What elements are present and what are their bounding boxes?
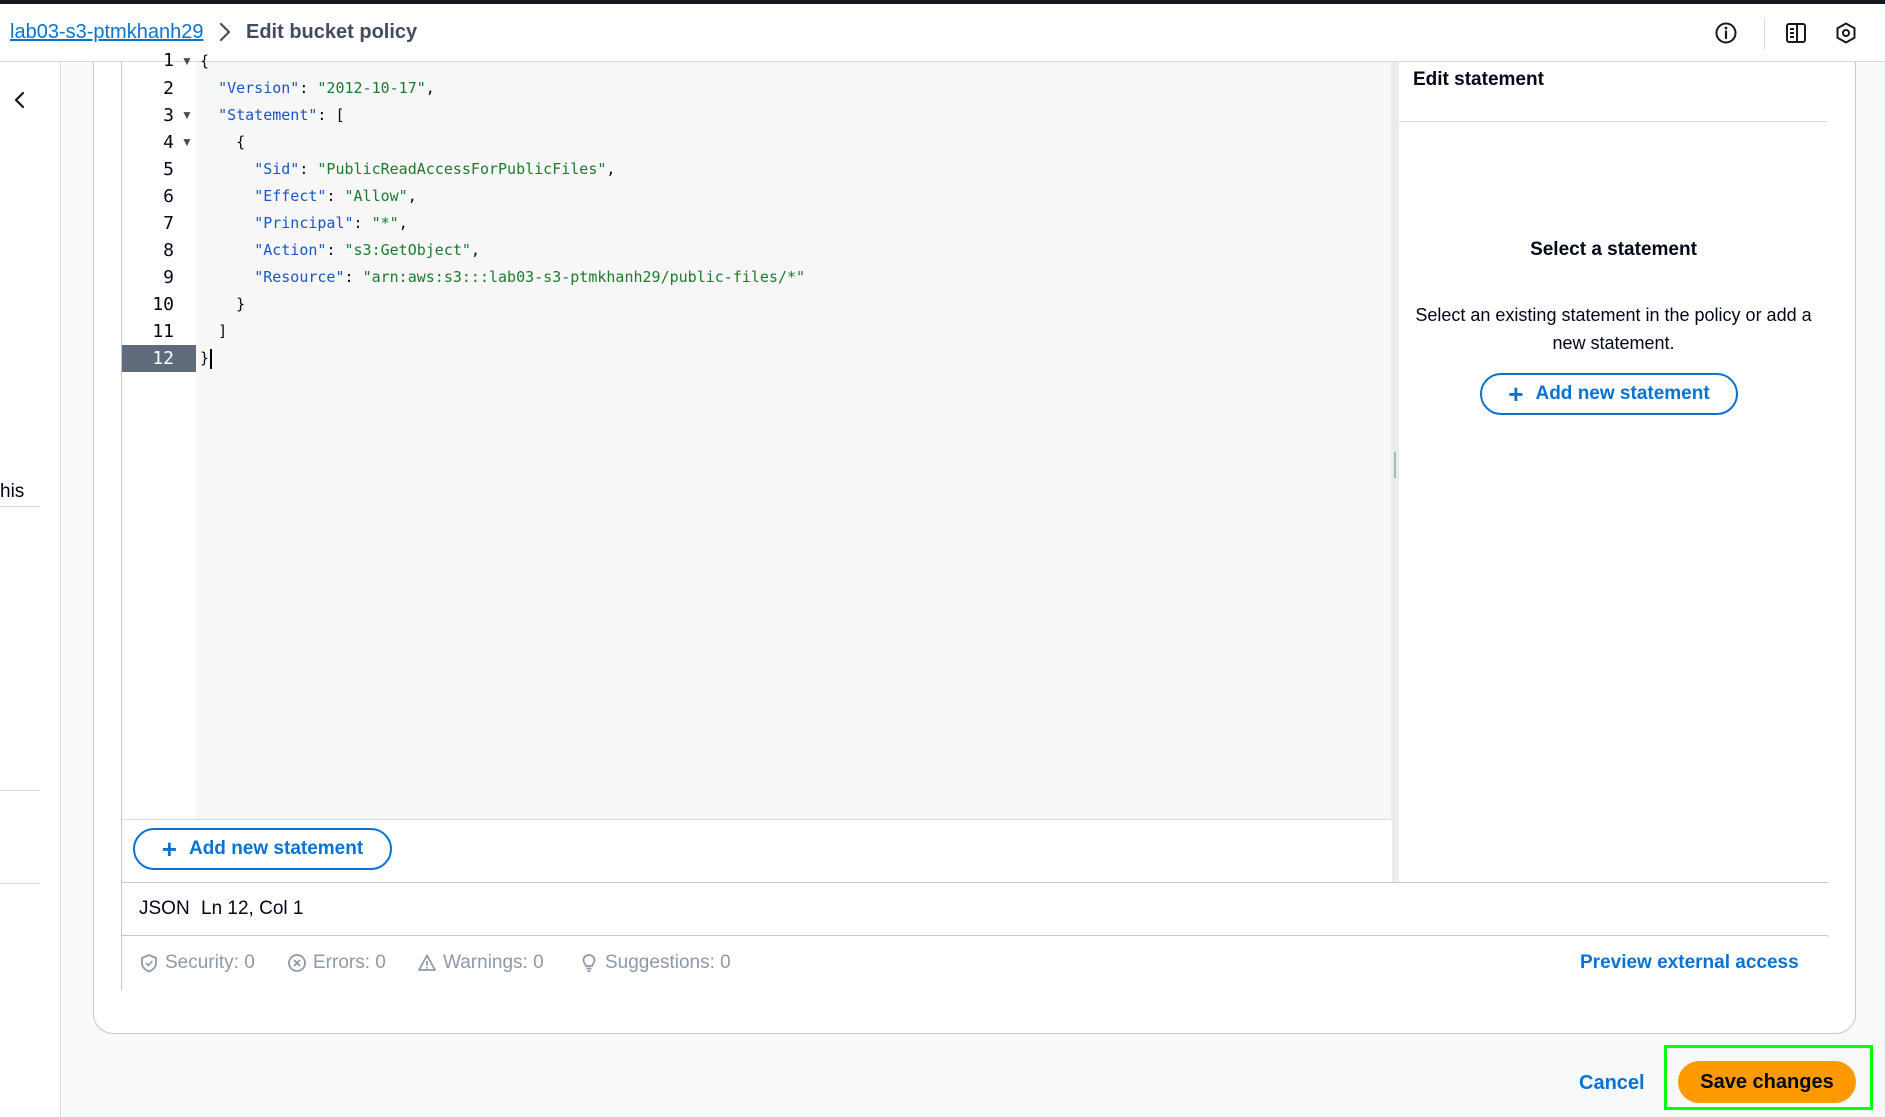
chevron-right-icon (219, 22, 231, 42)
code-line-1: { (200, 52, 209, 70)
add-statement-button[interactable]: + Add new statement (133, 828, 392, 870)
error-icon (288, 954, 306, 972)
json-token: } (236, 295, 246, 313)
lightbulb-icon (582, 954, 596, 972)
panel-divider (1399, 121, 1828, 122)
errors-count: Errors: 0 (313, 952, 386, 973)
warning-icon (418, 954, 436, 971)
code-line-3: "Statement": [ (218, 106, 345, 124)
preview-external-access-link[interactable]: Preview external access (1580, 952, 1799, 974)
panel-icon[interactable] (1781, 18, 1811, 48)
json-key: "Effect" (254, 187, 327, 205)
cancel-button[interactable]: Cancel (1579, 1072, 1645, 1095)
line-number: 6 (163, 186, 174, 207)
code-line-5: "Sid": "PublicReadAccessForPublicFiles", (254, 160, 616, 178)
json-string: "PublicReadAccessForPublicFiles" (317, 160, 607, 178)
code-line-4: { (200, 129, 245, 156)
json-string: "arn:aws:s3:::lab03-s3-ptmkhanh29/public… (362, 268, 806, 286)
text-cursor (210, 348, 213, 369)
fold-arrow-icon[interactable]: ▼ (181, 102, 193, 129)
line-number: 11 (152, 321, 174, 342)
code-line-10: } (200, 291, 245, 318)
select-statement-title: Select a statement (1530, 239, 1697, 260)
side-add-statement-button[interactable]: + Add new statement (1480, 373, 1738, 415)
warnings-check[interactable]: Warnings: 0 (417, 952, 544, 974)
json-key: "Principal" (254, 214, 354, 232)
code-line-9: "Resource": "arn:aws:s3:::lab03-s3-ptmkh… (254, 268, 806, 286)
suggestions-count: Suggestions: 0 (605, 952, 731, 973)
status-language: JSON (139, 898, 190, 919)
security-count: Security: 0 (165, 952, 255, 973)
fold-arrow-icon[interactable]: ▼ (181, 129, 193, 156)
edit-statement-title: Edit statement (1413, 69, 1544, 90)
errors-check[interactable]: Errors: 0 (287, 952, 386, 974)
rail-divider (0, 790, 40, 791)
json-token: ] (218, 322, 228, 340)
shield-icon (141, 954, 157, 973)
breadcrumb-bucket-link[interactable]: lab03-s3-ptmkhanh29 (10, 21, 203, 44)
code-line-11: ] (200, 318, 227, 345)
json-key: "Version" (218, 79, 300, 97)
status-cursor-position: Ln 12, Col 1 (201, 898, 304, 919)
hexagon-icon[interactable] (1831, 18, 1861, 48)
left-rail (0, 62, 61, 1117)
side-add-statement-label: Add new statement (1535, 383, 1710, 404)
json-token: [ (335, 106, 345, 124)
json-token: { (200, 52, 210, 70)
line-number: 5 (163, 159, 174, 180)
edit-statement-panel (1399, 62, 1828, 882)
fold-arrow-icon[interactable]: ▼ (181, 52, 193, 70)
json-key: "Resource" (254, 268, 345, 286)
code-line-7: "Principal": "*", (254, 214, 408, 232)
code-line-2: "Version": "2012-10-17", (218, 79, 435, 97)
json-string: "*" (371, 214, 399, 232)
rail-truncated-text: his (0, 481, 25, 502)
warnings-count: Warnings: 0 (443, 952, 544, 973)
security-check[interactable]: Security: 0 (139, 952, 255, 974)
line-number: 8 (163, 240, 174, 261)
select-statement-description: Select an existing statement in the poli… (1415, 305, 1812, 353)
code-line-8: "Action": "s3:GetObject", (254, 241, 480, 259)
suggestions-check[interactable]: Suggestions: 0 (579, 952, 731, 974)
json-string: "2012-10-17" (317, 79, 426, 97)
line-number: 9 (163, 267, 174, 288)
json-string: "Allow" (344, 187, 408, 205)
chevron-left-icon[interactable] (8, 88, 32, 112)
line-number-active: 12 (122, 345, 196, 372)
json-key: "Statement" (218, 106, 318, 124)
line-number: 7 (163, 213, 174, 234)
line-number: 10 (152, 294, 174, 315)
rail-divider (0, 883, 40, 884)
plus-icon: + (161, 834, 177, 864)
line-number: 2 (163, 78, 174, 99)
page-header: lab03-s3-ptmkhanh29 Edit bucket policy (0, 4, 1885, 62)
plus-icon: + (1508, 379, 1524, 409)
splitter-handle[interactable] (1394, 452, 1396, 478)
breadcrumb-current: Edit bucket policy (246, 21, 418, 43)
add-statement-label: Add new statement (188, 838, 364, 859)
json-string: "s3:GetObject" (344, 241, 471, 259)
code-line-6: "Effect": "Allow", (254, 187, 417, 205)
rail-divider (0, 506, 40, 507)
header-divider (1764, 18, 1765, 50)
json-key: "Action" (254, 241, 327, 259)
json-key: "Sid" (254, 160, 300, 178)
save-changes-button[interactable]: Save changes (1678, 1061, 1856, 1103)
json-token: { (236, 133, 246, 151)
info-icon[interactable] (1711, 18, 1741, 48)
json-token: } (200, 349, 210, 367)
code-line-12: } (200, 345, 213, 372)
editor-status-bar (122, 882, 1828, 936)
